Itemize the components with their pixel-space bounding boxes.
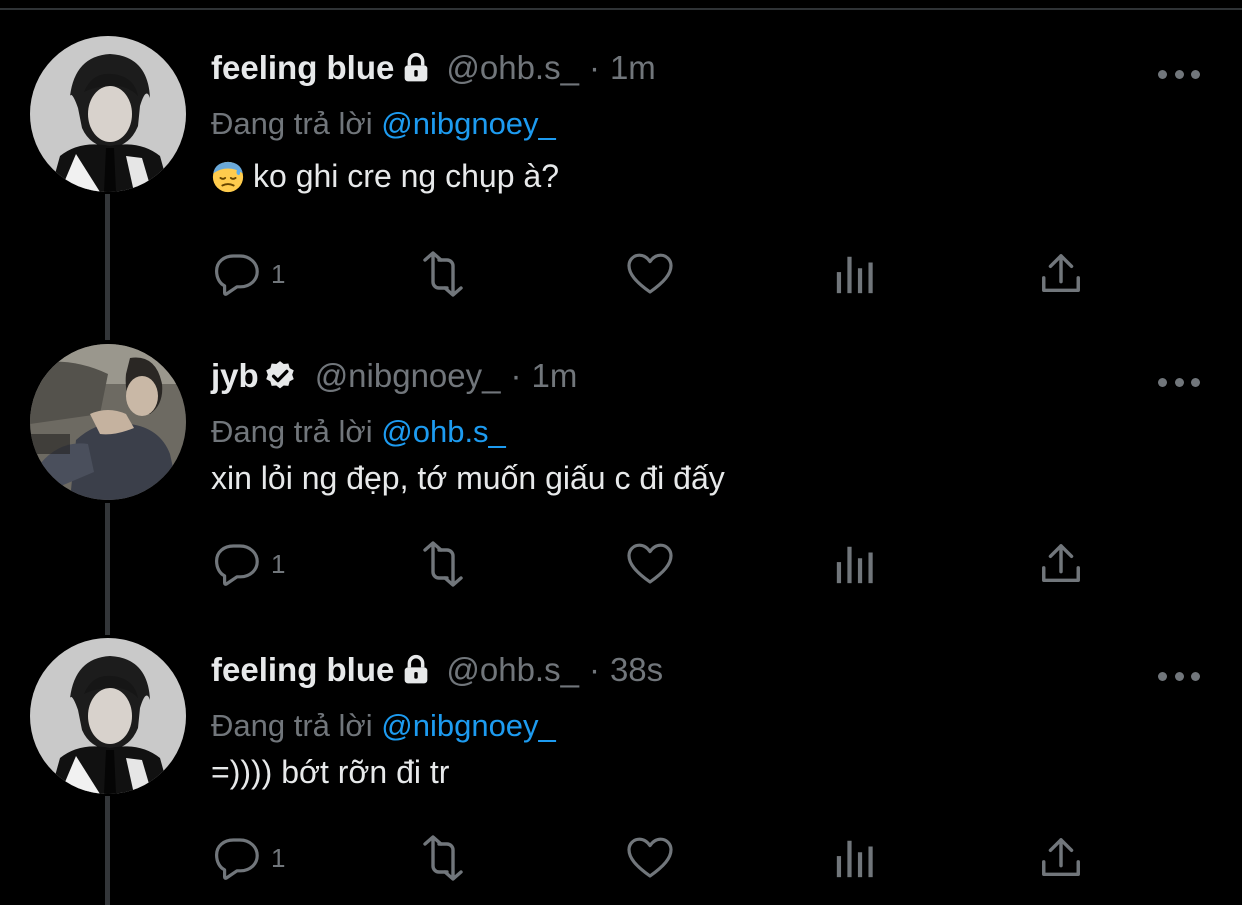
- like-icon: [627, 253, 673, 294]
- reply-count: 1: [271, 842, 286, 873]
- reply-button[interactable]: 1: [213, 832, 285, 884]
- retweet-button[interactable]: [414, 538, 472, 590]
- reply-button[interactable]: 1: [213, 538, 285, 590]
- downcast-face-with-sweat-emoji: [211, 160, 245, 194]
- retweet-button[interactable]: [414, 832, 472, 884]
- like-icon: [627, 543, 673, 584]
- reply-icon: [215, 544, 259, 586]
- share-button[interactable]: [1038, 832, 1084, 884]
- views-button[interactable]: [833, 248, 879, 300]
- like-button[interactable]: [625, 248, 675, 300]
- mention-link[interactable]: @nibgnoey_: [381, 708, 556, 743]
- share-icon: [1042, 544, 1080, 583]
- views-icon: [836, 256, 873, 294]
- views-icon: [836, 546, 873, 584]
- more-icon[interactable]: [1158, 370, 1200, 394]
- reply-icon: [215, 254, 259, 296]
- like-button[interactable]: [625, 538, 675, 590]
- tweet-text-content: xin lỏi ng đẹp, tớ muốn giấu c đi đấy: [211, 460, 725, 496]
- display-name[interactable]: jyb: [211, 357, 259, 395]
- retweet-icon: [423, 835, 463, 881]
- tweet-text: ko ghi cre ng chụp à?: [211, 158, 559, 195]
- tweet-text: =)))) bớt rỡn đi tr: [211, 754, 449, 791]
- timestamp[interactable]: 1m: [532, 357, 578, 395]
- like-button[interactable]: [625, 832, 675, 884]
- replying-to-label: Đang trả lời: [211, 414, 373, 449]
- mention-link[interactable]: @ohb.s_: [381, 414, 506, 449]
- avatar[interactable]: [30, 36, 186, 192]
- retweet-button[interactable]: [414, 248, 472, 300]
- timestamp[interactable]: 38s: [610, 651, 663, 689]
- tweet-actions: 1: [0, 538, 1242, 590]
- display-name[interactable]: feeling blue: [211, 651, 394, 689]
- reply-icon: [215, 838, 259, 880]
- views-icon: [836, 840, 873, 878]
- tweet-actions: 1: [0, 832, 1242, 884]
- tweet-text: xin lỏi ng đẹp, tớ muốn giấu c đi đấy: [211, 460, 725, 497]
- retweet-icon: [423, 541, 463, 587]
- tweet[interactable]: feeling blue @ohb.s_ · 38s Đang trả lời …: [0, 614, 1242, 904]
- separator-dot: ·: [588, 49, 600, 86]
- share-icon: [1042, 254, 1080, 293]
- share-button[interactable]: [1038, 248, 1084, 300]
- reply-count: 1: [271, 258, 286, 289]
- replying-to-label: Đang trả lời: [211, 708, 373, 743]
- timestamp[interactable]: 1m: [610, 49, 656, 87]
- more-icon[interactable]: [1158, 664, 1200, 688]
- replying-to: Đang trả lời @nibgnoey_: [211, 708, 556, 744]
- tweet-header: feeling blue @ohb.s_ · 1m: [211, 46, 656, 90]
- views-button[interactable]: [833, 832, 879, 884]
- retweet-icon: [423, 251, 463, 297]
- like-icon: [627, 837, 673, 878]
- separator-dot: ·: [588, 651, 600, 688]
- share-icon: [1042, 838, 1080, 877]
- handle[interactable]: @nibgnoey_: [315, 357, 501, 395]
- replying-to-label: Đang trả lời: [211, 106, 373, 141]
- handle[interactable]: @ohb.s_: [446, 651, 579, 689]
- more-icon[interactable]: [1158, 62, 1200, 86]
- avatar[interactable]: [30, 638, 186, 794]
- lock-icon: [400, 654, 432, 686]
- replying-to: Đang trả lời @ohb.s_: [211, 414, 506, 450]
- verified-badge-icon: [263, 359, 297, 393]
- reply-button[interactable]: 1: [213, 248, 285, 300]
- tweet-actions: 1: [0, 248, 1242, 300]
- lock-icon: [400, 52, 432, 84]
- tweet-header: feeling blue @ohb.s_ · 38s: [211, 648, 663, 692]
- timeline-top-border: [0, 8, 1242, 10]
- tweet-header: jyb @nibgnoey_ · 1m: [211, 354, 577, 398]
- share-button[interactable]: [1038, 538, 1084, 590]
- tweet[interactable]: feeling blue @ohb.s_ · 1m Đang trả lời @…: [0, 12, 1242, 302]
- tweet-text-content: =)))) bớt rỡn đi tr: [211, 754, 450, 790]
- display-name[interactable]: feeling blue: [211, 49, 394, 87]
- separator-dot: ·: [510, 357, 522, 394]
- mention-link[interactable]: @nibgnoey_: [381, 106, 556, 141]
- tweet-text-content: ko ghi cre ng chụp à?: [253, 158, 559, 194]
- handle[interactable]: @ohb.s_: [446, 49, 579, 87]
- tweet[interactable]: jyb @nibgnoey_ · 1m Đang trả lời @ohb.s_…: [0, 320, 1242, 610]
- avatar[interactable]: [30, 344, 186, 500]
- replying-to: Đang trả lời @nibgnoey_: [211, 106, 556, 142]
- views-button[interactable]: [833, 538, 879, 590]
- reply-count: 1: [271, 548, 286, 579]
